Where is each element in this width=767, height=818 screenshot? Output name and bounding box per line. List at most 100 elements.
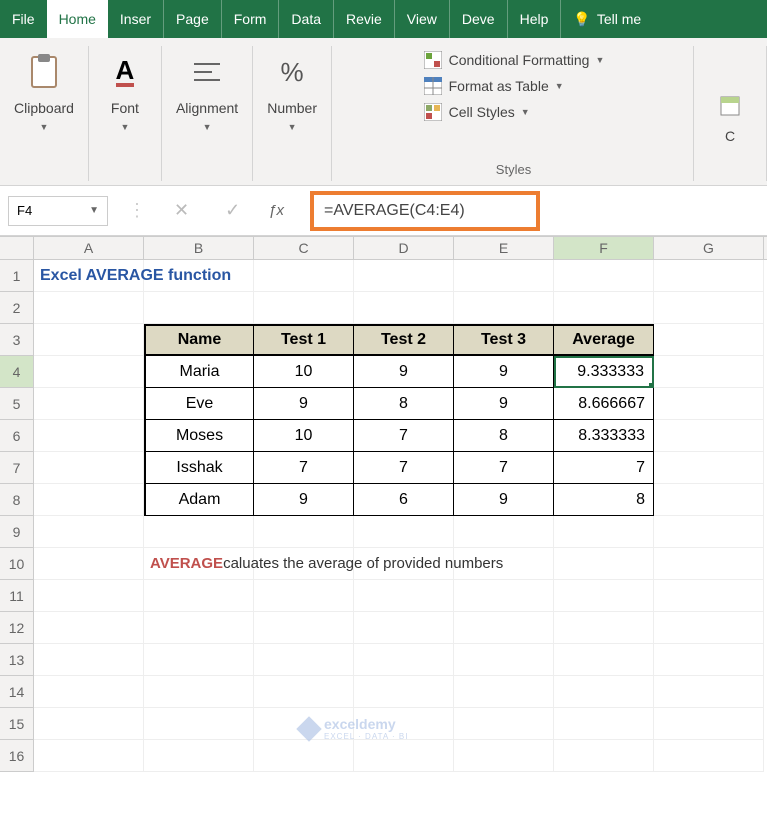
- cell[interactable]: [354, 740, 454, 772]
- cell[interactable]: [34, 420, 144, 452]
- cell[interactable]: [654, 740, 764, 772]
- cell[interactable]: [354, 612, 454, 644]
- cell[interactable]: [654, 580, 764, 612]
- tab-view[interactable]: View: [395, 0, 450, 38]
- tab-review[interactable]: Revie: [334, 0, 395, 38]
- cell[interactable]: [654, 676, 764, 708]
- cell[interactable]: [654, 516, 764, 548]
- enter-formula-button[interactable]: ✓: [217, 200, 248, 221]
- table-header[interactable]: Name: [144, 324, 254, 356]
- cell[interactable]: [454, 708, 554, 740]
- cell[interactable]: [144, 580, 254, 612]
- tab-developer[interactable]: Deve: [450, 0, 508, 38]
- cell[interactable]: [654, 484, 764, 516]
- cell[interactable]: [454, 740, 554, 772]
- cancel-formula-button[interactable]: ✕: [166, 200, 197, 221]
- tab-formulas[interactable]: Form: [222, 0, 280, 38]
- cells-icon[interactable]: [708, 84, 752, 128]
- cell[interactable]: [144, 708, 254, 740]
- cell[interactable]: [354, 516, 454, 548]
- row-header-7[interactable]: 7: [0, 452, 34, 484]
- column-header-D[interactable]: D: [354, 237, 454, 259]
- chevron-down-icon[interactable]: ▼: [40, 122, 49, 132]
- row-header-11[interactable]: 11: [0, 580, 34, 612]
- chevron-down-icon[interactable]: ▼: [288, 122, 297, 132]
- cell[interactable]: [654, 260, 764, 292]
- table-cell-value[interactable]: 8: [454, 420, 554, 452]
- cell[interactable]: [654, 420, 764, 452]
- row-header-2[interactable]: 2: [0, 292, 34, 324]
- chevron-down-icon[interactable]: ▼: [203, 122, 212, 132]
- conditional-formatting-button[interactable]: Conditional Formatting ▼: [423, 50, 605, 70]
- cell[interactable]: [354, 644, 454, 676]
- cell[interactable]: [354, 676, 454, 708]
- alignment-icon[interactable]: [185, 50, 229, 94]
- cell[interactable]: [254, 612, 354, 644]
- cell[interactable]: [34, 516, 144, 548]
- cell[interactable]: [254, 580, 354, 612]
- table-cell-value[interactable]: 7: [354, 452, 454, 484]
- cells-area[interactable]: Excel AVERAGE functionNameTest 1Test 2Te…: [34, 260, 767, 772]
- table-cell-name[interactable]: Eve: [144, 388, 254, 420]
- chevron-down-icon[interactable]: ▼: [120, 122, 129, 132]
- cell[interactable]: [454, 260, 554, 292]
- cell[interactable]: [554, 292, 654, 324]
- row-header-5[interactable]: 5: [0, 388, 34, 420]
- table-cell-name[interactable]: Isshak: [144, 452, 254, 484]
- chevron-down-icon[interactable]: ▼: [89, 205, 99, 216]
- table-cell-value[interactable]: 10: [254, 356, 354, 388]
- format-as-table-button[interactable]: Format as Table ▼: [423, 76, 564, 96]
- cell[interactable]: [554, 516, 654, 548]
- cell[interactable]: [34, 388, 144, 420]
- tab-home[interactable]: Home: [47, 0, 108, 38]
- column-header-A[interactable]: A: [34, 237, 144, 259]
- cell[interactable]: [654, 388, 764, 420]
- cell[interactable]: [34, 548, 144, 580]
- cell[interactable]: [554, 612, 654, 644]
- note-cell[interactable]: AVERAGE caluates the average of provided…: [144, 548, 254, 580]
- cell[interactable]: [454, 644, 554, 676]
- row-header-15[interactable]: 15: [0, 708, 34, 740]
- font-color-icon[interactable]: A: [103, 50, 147, 94]
- table-cell-name[interactable]: Moses: [144, 420, 254, 452]
- column-header-C[interactable]: C: [254, 237, 354, 259]
- cell-styles-button[interactable]: Cell Styles ▼: [423, 102, 530, 122]
- cell[interactable]: [454, 612, 554, 644]
- cell[interactable]: [554, 708, 654, 740]
- tab-help[interactable]: Help: [508, 0, 562, 38]
- cell[interactable]: [34, 356, 144, 388]
- cell[interactable]: [354, 260, 454, 292]
- cell[interactable]: [34, 292, 144, 324]
- cell[interactable]: [34, 740, 144, 772]
- row-header-3[interactable]: 3: [0, 324, 34, 356]
- cell[interactable]: [454, 516, 554, 548]
- cell[interactable]: [34, 580, 144, 612]
- table-header[interactable]: Test 1: [254, 324, 354, 356]
- row-header-10[interactable]: 10: [0, 548, 34, 580]
- cell[interactable]: [454, 548, 554, 580]
- table-cell-value[interactable]: 7: [454, 452, 554, 484]
- name-box[interactable]: F4 ▼: [8, 196, 108, 226]
- cell[interactable]: [34, 612, 144, 644]
- table-cell-value[interactable]: 6: [354, 484, 454, 516]
- clipboard-icon[interactable]: [22, 50, 66, 94]
- cell[interactable]: [34, 484, 144, 516]
- cell[interactable]: [144, 260, 254, 292]
- cell[interactable]: [654, 324, 764, 356]
- column-header-F[interactable]: F: [554, 237, 654, 259]
- active-cell[interactable]: 9.333333: [554, 356, 654, 388]
- cell[interactable]: [554, 740, 654, 772]
- cell[interactable]: [454, 292, 554, 324]
- cell[interactable]: [144, 676, 254, 708]
- cell[interactable]: [34, 676, 144, 708]
- row-header-12[interactable]: 12: [0, 612, 34, 644]
- cell[interactable]: [144, 740, 254, 772]
- table-cell-value[interactable]: 9: [254, 484, 354, 516]
- tell-me-search[interactable]: 💡 Tell me: [561, 0, 653, 38]
- column-header-B[interactable]: B: [144, 237, 254, 259]
- table-cell-name[interactable]: Maria: [144, 356, 254, 388]
- table-cell-average[interactable]: 7: [554, 452, 654, 484]
- row-header-13[interactable]: 13: [0, 644, 34, 676]
- table-cell-name[interactable]: Adam: [144, 484, 254, 516]
- select-all-corner[interactable]: [0, 237, 34, 259]
